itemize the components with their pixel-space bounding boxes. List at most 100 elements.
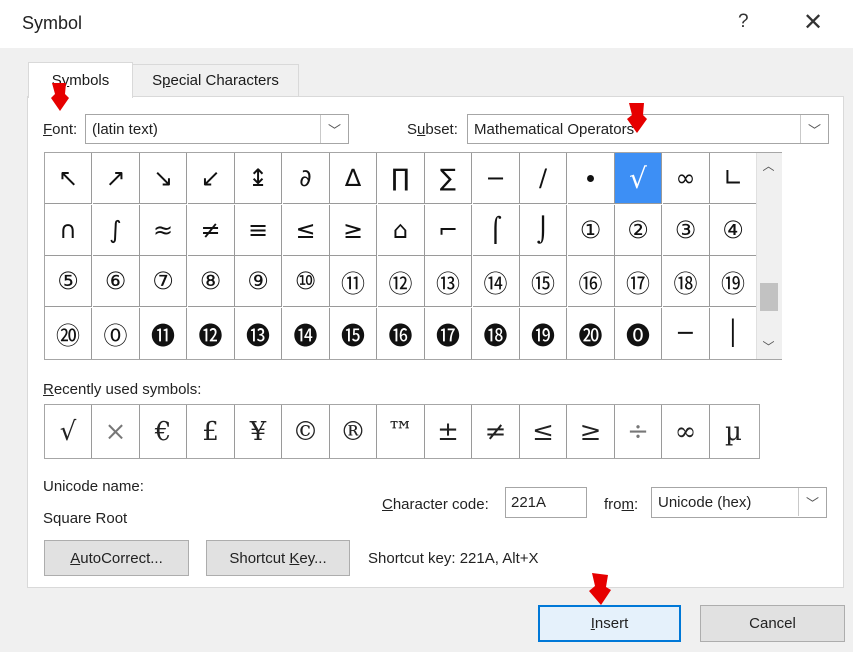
scroll-down-icon[interactable]: ﹀	[756, 334, 781, 358]
cancel-button[interactable]: Cancel	[700, 605, 845, 642]
symbol-cell[interactable]: ⓴	[567, 307, 615, 359]
recent-symbol-cell[interactable]: ®	[330, 405, 377, 458]
symbol-cell[interactable]: ⑬	[425, 256, 472, 307]
symbol-cell[interactable]: ↘	[140, 153, 187, 204]
symbol-cell[interactable]: ⑨	[235, 256, 282, 307]
symbol-cell[interactable]: ≠	[187, 204, 235, 256]
symbol-cell[interactable]: ③	[662, 204, 710, 256]
symbol-cell[interactable]: ∆	[330, 153, 377, 204]
from-select-value: Unicode (hex)	[658, 494, 752, 511]
symbol-cell[interactable]: ⓿	[615, 307, 662, 359]
symbol-cell[interactable]: ↙	[187, 153, 235, 204]
symbol-cell[interactable]: ⓭	[235, 307, 282, 359]
symbol-cell[interactable]: ≡	[235, 204, 282, 256]
symbol-cell[interactable]: ⌂	[377, 204, 425, 256]
recent-symbol-cell[interactable]: ©	[283, 405, 330, 458]
help-button[interactable]: ?	[738, 11, 749, 33]
symbol-cell[interactable]: ①	[567, 204, 615, 256]
grid-scrollbar[interactable]	[756, 153, 782, 359]
symbol-cell[interactable]: ─	[662, 307, 710, 359]
symbol-cell[interactable]: ⑪	[330, 256, 377, 307]
symbol-cell[interactable]: ⑧	[187, 256, 235, 307]
symbol-cell[interactable]: √	[615, 153, 662, 204]
symbol-cell[interactable]: ⓰	[377, 307, 425, 359]
symbol-cell[interactable]: ⑲	[710, 256, 757, 307]
symbol-cell[interactable]: ⑯	[567, 256, 615, 307]
symbol-cell[interactable]: ⌐	[425, 204, 472, 256]
symbol-cell[interactable]: ∑	[425, 153, 472, 204]
recent-symbol-cell[interactable]: ÷	[615, 405, 662, 458]
symbol-cell[interactable]: ⓬	[187, 307, 235, 359]
symbol-cell[interactable]: ⌡	[520, 204, 567, 256]
recent-symbol-cell[interactable]: ±	[425, 405, 472, 458]
symbol-cell[interactable]: ⓲	[472, 307, 520, 359]
symbol-cell[interactable]: ⑱	[662, 256, 710, 307]
red-arrow-icon	[51, 83, 69, 111]
symbol-cell[interactable]: ∏	[377, 153, 425, 204]
symbol-cell[interactable]: ∞	[662, 153, 710, 204]
close-button[interactable]: ✕	[803, 8, 823, 37]
tab-symbols[interactable]: Symbols	[28, 62, 133, 98]
recent-symbol-cell[interactable]: ∞	[663, 405, 710, 458]
scrollbar-thumb[interactable]	[760, 283, 778, 311]
annotation-marker-font	[51, 83, 69, 111]
symbol-cell[interactable]: ∂	[282, 153, 330, 204]
symbol-cell[interactable]: ↖	[45, 153, 92, 204]
symbol-cell[interactable]: ⓪	[92, 307, 140, 359]
recent-symbol-cell[interactable]: ≤	[520, 405, 567, 458]
symbol-cell[interactable]: ⌠	[472, 204, 520, 256]
recent-symbol-cell[interactable]: √	[45, 405, 92, 458]
symbol-cell[interactable]: ⑫	[377, 256, 425, 307]
symbol-cell[interactable]: ∙	[567, 153, 615, 204]
symbol-cell[interactable]: ∟	[710, 153, 757, 204]
symbol-cell[interactable]: ⑤	[45, 256, 92, 307]
symbol-cell[interactable]: ④	[710, 204, 757, 256]
from-label: from:	[604, 496, 639, 513]
symbol-cell[interactable]: ↨	[235, 153, 282, 204]
symbol-cell[interactable]: ⓳	[520, 307, 567, 359]
symbol-cell[interactable]: │	[710, 307, 757, 359]
scroll-up-icon[interactable]: ︿	[756, 153, 781, 177]
symbol-cell[interactable]: ⓱	[425, 307, 472, 359]
symbol-cell[interactable]: ≤	[282, 204, 330, 256]
symbol-cell[interactable]: ⑩	[282, 256, 330, 307]
symbol-cell[interactable]: ⓯	[330, 307, 377, 359]
recent-symbol-cell[interactable]: €	[140, 405, 187, 458]
insert-button[interactable]: Insert	[538, 605, 681, 642]
tab-special-characters[interactable]: Special Characters	[132, 64, 299, 97]
dialog-title: Symbol	[22, 13, 83, 33]
symbol-grid[interactable]: ↖ ↗ ↘ ↙ ↨ ∂ ∆ ∏ ∑ − ∕ ∙ √ ∞ ∟ ∩ ∫ ≈ ≠ ≡ ≤ ≥ ⌂ ⌐ ⌠ ⌡ ① ② ③ ④ ⑤ ⑥ ⑦ ⑧ ⑨ ⑩ ⑪ ⑫ ⑬ ⑭…	[44, 152, 782, 360]
autocorrect-button[interactable]: AutoCorrect...	[44, 540, 189, 576]
recent-symbol-cell[interactable]: £	[188, 405, 235, 458]
symbol-cell[interactable]: ≈	[140, 204, 187, 256]
symbol-cell[interactable]: −	[472, 153, 520, 204]
symbol-cell[interactable]: ⓮	[282, 307, 330, 359]
symbol-cell[interactable]: ⑳	[45, 307, 92, 359]
font-select[interactable]: (latin text) ﹀	[85, 114, 349, 144]
red-arrow-icon	[627, 103, 647, 133]
symbol-cell[interactable]: ∕	[520, 153, 567, 204]
symbol-cell[interactable]: ∩	[45, 204, 92, 256]
symbol-cell[interactable]: ↗	[92, 153, 140, 204]
recent-symbols-grid[interactable]: √ × € £ ¥ © ® ™ ± ≠ ≤ ≥ ÷ ∞ µ	[44, 404, 760, 459]
recent-symbol-cell[interactable]: ¥	[235, 405, 282, 458]
from-select[interactable]: Unicode (hex) ﹀	[651, 487, 827, 518]
shortcut-key-button-label: Shortcut Key...	[229, 549, 327, 567]
symbol-cell[interactable]: ⑥	[92, 256, 140, 307]
symbol-cell[interactable]: ⓫	[140, 307, 187, 359]
recent-symbol-cell[interactable]: ×	[93, 405, 140, 458]
recent-symbol-cell[interactable]: ≠	[473, 405, 520, 458]
character-code-input[interactable]: 221A	[505, 487, 587, 518]
symbol-cell[interactable]: ⑰	[615, 256, 662, 307]
recent-symbol-cell[interactable]: ™	[378, 405, 425, 458]
recent-symbol-cell[interactable]: ≥	[568, 405, 615, 458]
symbol-cell[interactable]: ②	[615, 204, 662, 256]
title-bar	[0, 0, 853, 48]
shortcut-key-button[interactable]: Shortcut Key...	[206, 540, 350, 576]
symbol-cell[interactable]: ⑭	[472, 256, 520, 307]
symbol-cell[interactable]: ⑦	[140, 256, 187, 307]
symbol-cell[interactable]: ≥	[330, 204, 377, 256]
symbol-cell[interactable]: ∫	[92, 204, 140, 256]
recent-symbol-cell[interactable]: µ	[710, 405, 757, 458]
symbol-cell[interactable]: ⑮	[520, 256, 567, 307]
